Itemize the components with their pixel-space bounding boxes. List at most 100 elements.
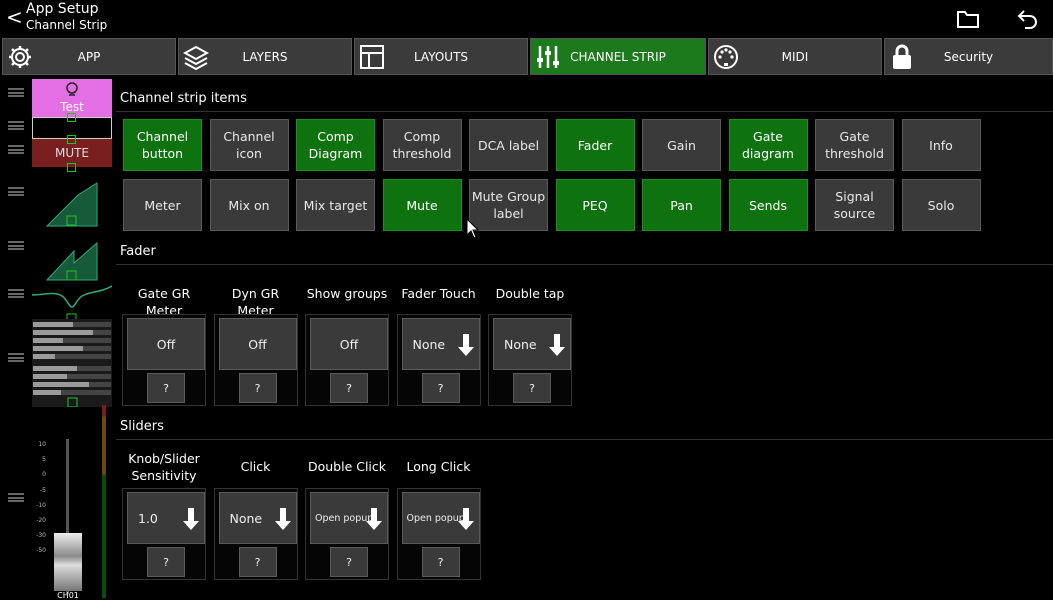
- level-meter: [102, 405, 106, 598]
- gate-gr-meter-toggle[interactable]: Off: [127, 318, 205, 370]
- item-toggle-channel-icon[interactable]: Channel icon: [209, 119, 289, 171]
- item-toggle-comp-diagram[interactable]: Comp Diagram: [296, 119, 375, 171]
- item-toggle-fader[interactable]: Fader: [555, 119, 635, 171]
- fader-touch-dropdown[interactable]: None: [401, 318, 480, 370]
- selection-marker: [67, 135, 76, 144]
- help-button[interactable]: ?: [147, 373, 185, 403]
- tab-channel-strip[interactable]: CHANNEL STRIP: [530, 38, 706, 75]
- help-button[interactable]: ?: [421, 373, 460, 403]
- layers-icon: [183, 45, 209, 70]
- drag-handle[interactable]: [8, 187, 24, 196]
- arrow-down-icon: [549, 334, 565, 356]
- double-click-dropdown[interactable]: Open popup: [310, 492, 388, 544]
- item-toggle-info[interactable]: Info: [901, 119, 981, 171]
- tab-security[interactable]: Security: [884, 38, 1053, 75]
- item-toggle-mix-target[interactable]: Mix target: [296, 179, 375, 231]
- item-toggle-pan[interactable]: Pan: [642, 179, 721, 231]
- item-toggle-label: Gate threshold: [825, 129, 884, 161]
- folder-icon[interactable]: [956, 8, 980, 30]
- tab-label: Security: [943, 49, 994, 64]
- mouse-cursor-icon: [466, 218, 480, 239]
- item-toggle-mute[interactable]: Mute: [382, 179, 462, 231]
- item-toggle-solo[interactable]: Solo: [901, 179, 981, 231]
- drag-handle[interactable]: [8, 145, 24, 154]
- setting-box: Off?: [213, 314, 298, 406]
- help-button[interactable]: ?: [147, 547, 185, 577]
- item-toggle-label: Channel button: [136, 129, 189, 161]
- tab-layers[interactable]: LAYERS: [178, 38, 352, 75]
- page-subtitle: Channel Strip: [26, 18, 108, 32]
- tab-layouts[interactable]: LAYOUTS: [354, 38, 528, 75]
- click-dropdown[interactable]: None: [218, 492, 297, 544]
- knob-slider-sensitivity-dropdown[interactable]: 1.0: [127, 492, 205, 544]
- item-toggle-gate-diagram[interactable]: Gate diagram: [728, 119, 808, 171]
- fader-preview[interactable]: 10 5 0 -5 -10 -20 -30 -50 CH01: [32, 405, 112, 600]
- setting-value: Off: [339, 336, 359, 352]
- fader-scale: 10 5 0 -5 -10 -20 -30 -50: [32, 437, 46, 559]
- long-click-dropdown[interactable]: Open popup: [401, 492, 480, 544]
- selection-marker: [67, 113, 76, 122]
- fader-knob[interactable]: [54, 533, 82, 591]
- setting-box: None?: [396, 314, 481, 406]
- item-toggle-gain[interactable]: Gain: [642, 119, 721, 171]
- item-toggle-sends[interactable]: Sends: [728, 179, 808, 231]
- setting-box: Off?: [305, 314, 389, 406]
- help-button[interactable]: ?: [330, 373, 368, 403]
- item-toggle-label: Comp threshold: [392, 129, 452, 161]
- help-button[interactable]: ?: [238, 373, 277, 403]
- section-heading-fader: Fader: [120, 244, 156, 259]
- item-toggle-mute-group-label[interactable]: Mute Group label: [469, 179, 548, 231]
- show-groups-toggle[interactable]: Off: [310, 318, 388, 370]
- page-title: App Setup: [26, 1, 99, 17]
- section-heading-sliders: Sliders: [120, 419, 164, 434]
- item-toggle-channel-button[interactable]: Channel button: [123, 119, 202, 171]
- back-icon[interactable]: <: [6, 6, 23, 28]
- help-button[interactable]: ?: [513, 373, 551, 403]
- item-toggle-signal-source[interactable]: Signal source: [815, 179, 894, 231]
- channel-strip-preview: Test MUTE 10 5 0 -5 -10 -20 -30 -50 CH01: [0, 75, 116, 600]
- drag-handle[interactable]: [8, 121, 24, 130]
- drag-handle[interactable]: [8, 241, 24, 250]
- item-toggle-comp-threshold[interactable]: Comp threshold: [382, 119, 462, 171]
- double-tap-dropdown[interactable]: None: [493, 318, 571, 370]
- help-button[interactable]: ?: [421, 547, 460, 577]
- help-button[interactable]: ?: [330, 547, 368, 577]
- undo-icon[interactable]: [1016, 8, 1040, 30]
- mute-label: MUTE: [54, 146, 90, 160]
- item-toggle-label: Mix target: [303, 197, 368, 213]
- tab-label: APP: [77, 49, 101, 64]
- item-toggle-meter[interactable]: Meter: [123, 179, 202, 231]
- scale-tick: -20: [36, 517, 46, 525]
- drag-handle[interactable]: [8, 353, 24, 362]
- scale-tick: 0: [42, 471, 46, 479]
- setting-label: Knob/Slider Sensitivity: [128, 451, 200, 483]
- tab-midi[interactable]: MIDI: [708, 38, 882, 75]
- divider: [116, 264, 1053, 265]
- setting-box: None?: [213, 488, 298, 580]
- divider: [116, 111, 1053, 112]
- divider: [116, 439, 1053, 440]
- peq-diagram-preview: [32, 285, 112, 323]
- item-toggle-label: Gain: [667, 137, 696, 153]
- scale-tick: 5: [42, 456, 46, 464]
- item-toggle-peq[interactable]: PEQ: [555, 179, 635, 231]
- item-toggle-mix-on[interactable]: Mix on: [209, 179, 289, 231]
- dyn-gr-meter-toggle[interactable]: Off: [218, 318, 297, 370]
- channel-name-label: CH01: [57, 591, 79, 600]
- item-toggle-label: Fader: [577, 137, 613, 153]
- tab-app[interactable]: APP: [2, 38, 176, 75]
- item-toggle-label: Solo: [927, 197, 955, 213]
- scale-tick: -5: [40, 486, 46, 494]
- drag-handle[interactable]: [8, 289, 24, 298]
- setting-box: 1.0?: [122, 488, 206, 580]
- item-toggle-label: Channel icon: [223, 129, 275, 161]
- help-button[interactable]: ?: [238, 547, 277, 577]
- item-toggle-label: Mute: [406, 197, 438, 213]
- setting-label: Click: [240, 459, 271, 474]
- channel-name-label: Test: [60, 100, 84, 114]
- channel-button-preview[interactable]: Test: [32, 79, 112, 117]
- item-toggle-gate-threshold[interactable]: Gate threshold: [815, 119, 894, 171]
- item-toggle-dca-label[interactable]: DCA label: [469, 119, 548, 171]
- drag-handle[interactable]: [8, 88, 24, 97]
- drag-handle[interactable]: [8, 493, 24, 502]
